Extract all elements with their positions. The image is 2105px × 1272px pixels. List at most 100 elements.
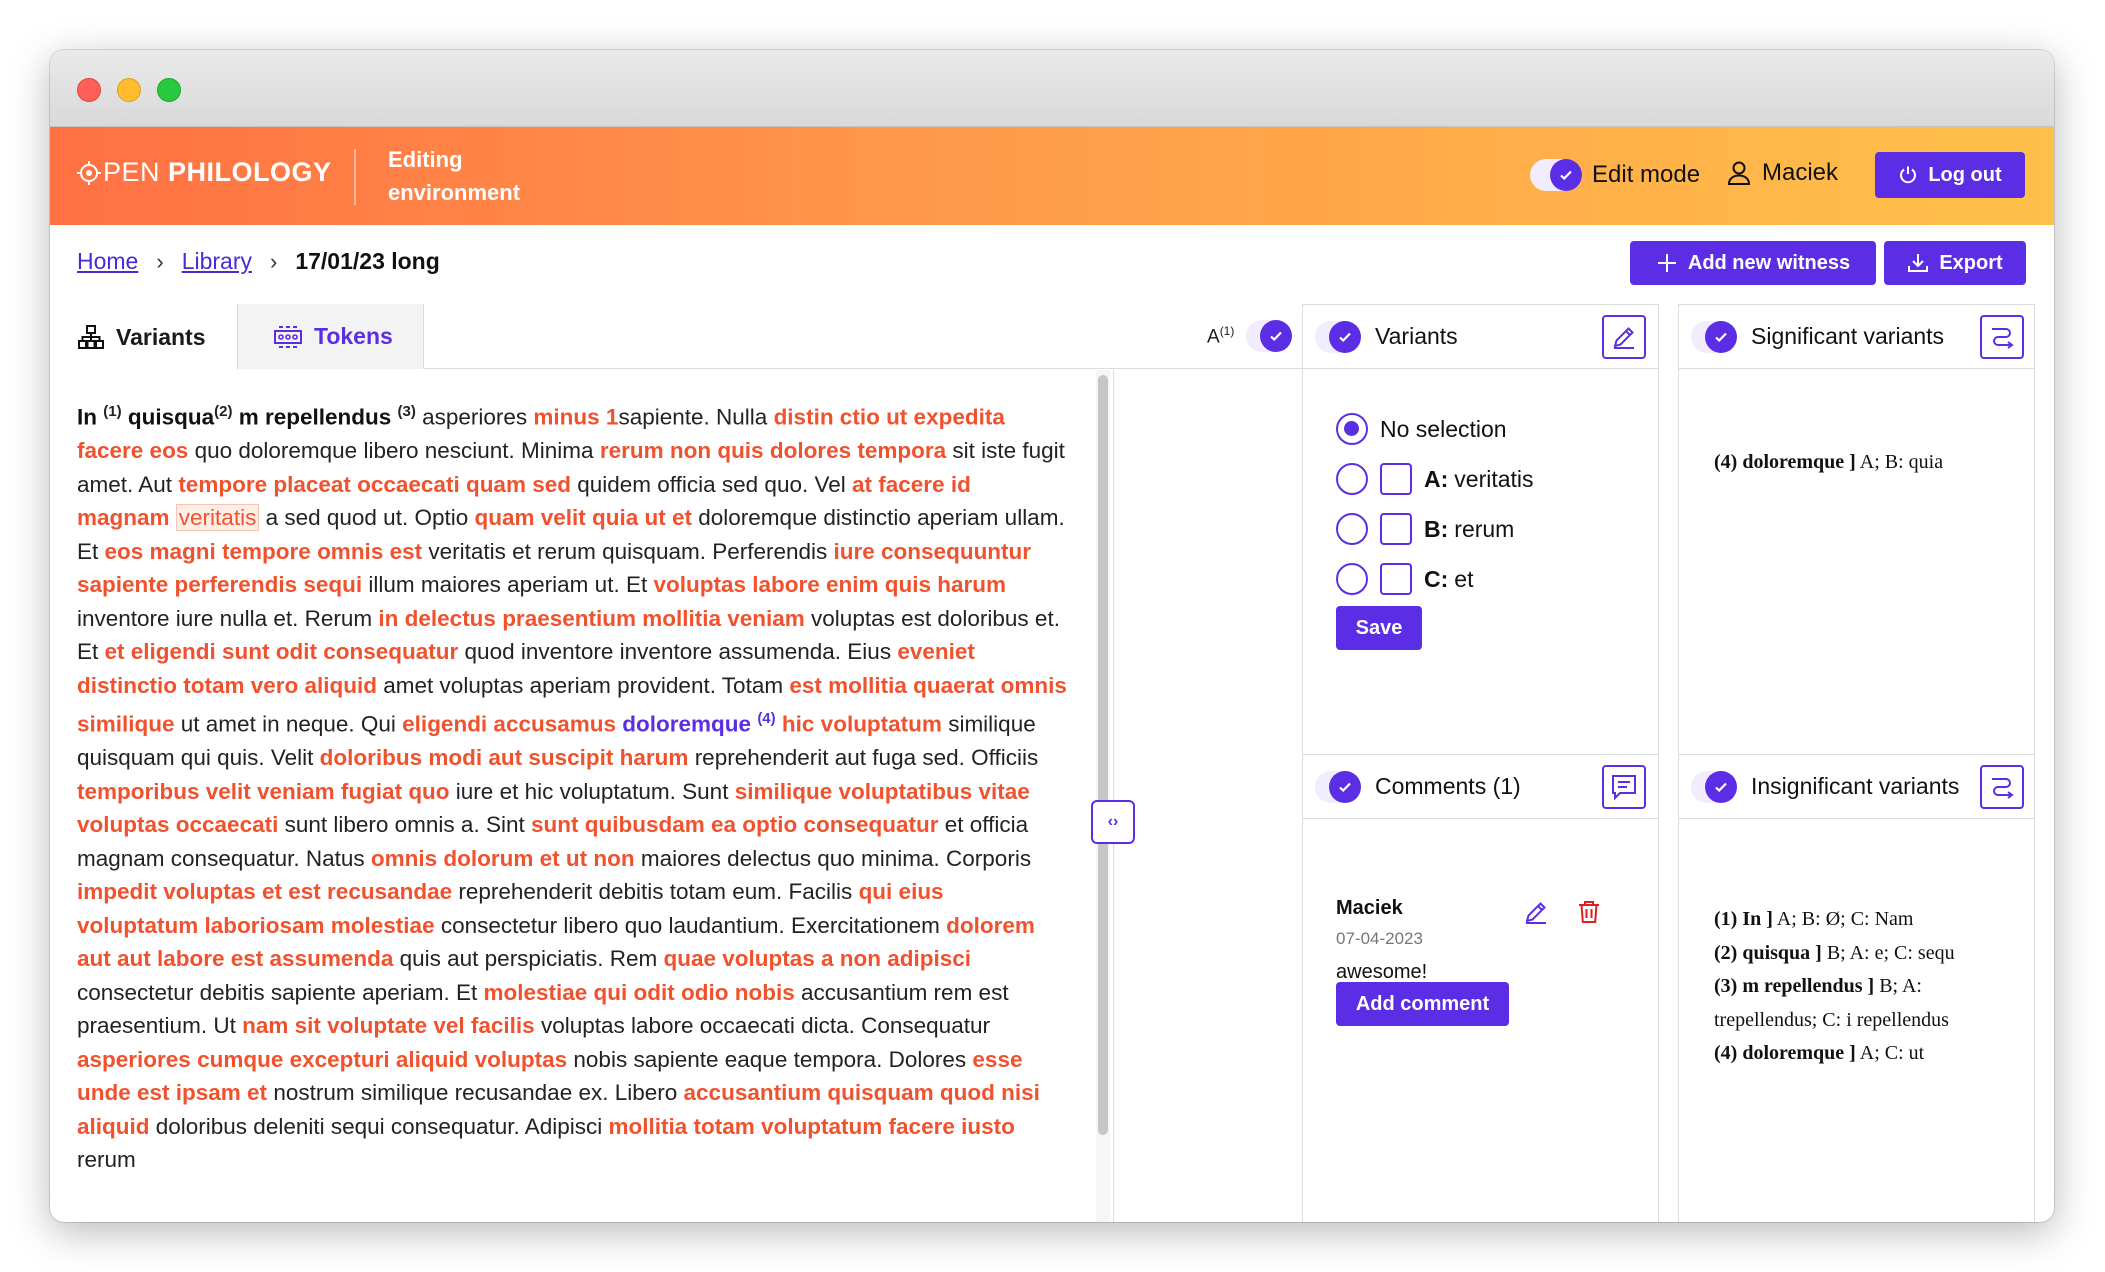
apparatus-entry[interactable]: (1) In ] A; B: Ø; C: Nam — [1714, 903, 2014, 937]
user-menu[interactable]: Maciek — [1726, 159, 1838, 187]
tab-variants-label: Variants — [116, 323, 206, 350]
apparatus-marker[interactable]: (4) — [757, 710, 775, 727]
variant-option-b[interactable]: B: rerum — [1336, 504, 1534, 554]
chevron-right-icon: › — [156, 248, 164, 274]
checkbox-a[interactable] — [1380, 463, 1412, 495]
variant-token[interactable]: sunt quibusdam ea optio consequatur — [531, 812, 939, 837]
environment-label: Editing environment — [388, 147, 521, 205]
variant-token[interactable]: omnis dolorum et ut non — [371, 846, 635, 871]
apparatus-entry[interactable]: (4) doloremque ] A; C: ut — [1714, 1037, 2014, 1071]
variant-token[interactable]: mollitia totam voluptatum facere iusto — [609, 1114, 1015, 1139]
entry-lemma: (1) In ] — [1714, 908, 1773, 930]
text-run: quidem officia sed quo. Vel — [570, 471, 853, 497]
apparatus-marker[interactable]: (3) — [398, 403, 416, 420]
text-run: a sed quod ut. Optio — [259, 505, 475, 530]
apparatus-icon — [1992, 778, 2014, 799]
highlighted-token[interactable]: veritatis — [175, 504, 260, 531]
add-witness-button[interactable]: Add new witness — [1630, 241, 1876, 285]
delete-comment-button[interactable] — [1576, 899, 1602, 930]
app-logo[interactable]: PEN PHILOLOGY — [77, 157, 332, 188]
apparatus-icon — [1992, 328, 2014, 349]
variants-panel-toggle[interactable] — [1315, 320, 1361, 353]
apparatus-entry[interactable]: (3) m repellendus ] B; A: trepellendus; … — [1714, 970, 2014, 1037]
variant-token[interactable]: asperiores cumque excepturi aliquid volu… — [77, 1047, 567, 1072]
insignificant-panel-toggle[interactable] — [1691, 770, 1737, 803]
text-run: reprehenderit aut fuga sed. Officiis — [688, 745, 1039, 770]
variant-token[interactable]: quae voluptas a non adipisci — [663, 946, 971, 971]
maximize-window-button[interactable] — [157, 78, 181, 102]
variant-token[interactable]: et eligendi sunt odit consequatur — [105, 639, 459, 664]
selected-token[interactable]: doloremque — [622, 712, 751, 737]
variant-option-none[interactable]: No selection — [1336, 404, 1534, 454]
variant-token[interactable]: minus 1 — [533, 405, 618, 430]
breadcrumb-library[interactable]: Library — [182, 248, 252, 275]
apparatus-entry[interactable]: (2) quisqua ] B; A: e; C: sequ — [1714, 937, 2014, 971]
comment-date: 07-04-2023 — [1336, 929, 1423, 948]
entry-lemma: (2) quisqua ] — [1714, 941, 1822, 964]
variant-token[interactable]: eos magni tempore omnis est — [105, 539, 423, 564]
variant-token[interactable]: molestiae qui odit odio nobis — [483, 980, 794, 1005]
radio-selected[interactable] — [1336, 413, 1368, 445]
tab-tokens[interactable]: Tokens — [238, 304, 424, 369]
radio-b[interactable] — [1336, 513, 1368, 545]
text-run: consectetur debitis sapiente aperiam. Et — [77, 979, 484, 1005]
variant-token[interactable]: voluptas labore enim quis harum — [653, 572, 1006, 597]
breadcrumb-home[interactable]: Home — [77, 248, 138, 275]
variant-token[interactable]: doloribus modi aut suscipit harum — [320, 745, 689, 770]
variants-panel-title: Variants — [1375, 323, 1458, 349]
tab-variants[interactable]: Variants — [50, 304, 238, 370]
insignificant-apparatus-button[interactable] — [1980, 765, 2024, 809]
minimize-window-button[interactable] — [117, 78, 141, 102]
radio-a[interactable] — [1336, 463, 1368, 495]
variant-token[interactable]: nam sit voluptate vel facilis — [242, 1013, 535, 1038]
edit-variants-button[interactable] — [1602, 315, 1646, 359]
save-button[interactable]: Save — [1336, 606, 1422, 650]
resize-handle-button[interactable]: ‹› — [1091, 800, 1135, 844]
variant-token[interactable]: quam velit quia ut et — [474, 505, 692, 530]
edit-mode-toggle[interactable]: Edit mode — [1530, 159, 1700, 191]
variant-token[interactable]: hic voluptatum — [782, 712, 942, 737]
logout-button[interactable]: Log out — [1875, 152, 2025, 198]
edition-text[interactable]: In (1) quisqua(2) m repellendus (3) aspe… — [77, 395, 1067, 1177]
variant-token[interactable]: temporibus velit veniam fugiat quo — [77, 779, 450, 804]
text-run: quo doloremque libero nesciunt. Minima — [188, 438, 600, 463]
comments-button[interactable] — [1602, 765, 1646, 809]
variant-token[interactable]: impedit voluptas et est recusandae — [77, 879, 452, 904]
variant-token[interactable]: in delectus praesentium mollitia veniam — [378, 606, 804, 631]
text-scrollbar-thumb[interactable] — [1098, 375, 1108, 1135]
view-tabs: Variants Tokens A(1) — [50, 304, 1302, 370]
apparatus-marker[interactable]: (2) — [214, 403, 232, 420]
significant-panel-toggle[interactable] — [1691, 320, 1737, 353]
text-run: consectetur libero quo laudantium. Exerc… — [434, 912, 947, 938]
lemma-token[interactable]: quisqua — [122, 405, 214, 430]
radio-c[interactable] — [1336, 563, 1368, 595]
variant-option-c[interactable]: C: et — [1336, 554, 1534, 604]
variant-option-a[interactable]: A: veritatis — [1336, 454, 1534, 504]
download-icon — [1908, 254, 1929, 272]
logout-label: Log out — [1928, 163, 2002, 186]
text-run: sapiente. Nulla — [618, 404, 774, 430]
witness-a-toggle[interactable]: A(1) — [1207, 320, 1293, 352]
lemma-token[interactable]: In — [77, 405, 103, 430]
variant-token[interactable]: rerum non quis dolores tempora — [600, 438, 946, 463]
comments-panel-toggle[interactable] — [1315, 770, 1361, 803]
variant-token[interactable]: tempore placeat occaecati quam sed — [178, 472, 571, 497]
checkbox-c[interactable] — [1380, 563, 1412, 595]
witness-switch[interactable] — [1246, 320, 1293, 352]
apparatus-marker[interactable]: (1) — [103, 403, 121, 420]
significant-apparatus-button[interactable] — [1980, 315, 2024, 359]
comment-body: awesome! — [1336, 961, 1428, 983]
export-button[interactable]: Export — [1884, 241, 2026, 285]
checkbox-b[interactable] — [1380, 513, 1412, 545]
apparatus-entry[interactable]: (4) doloremque ] A; B: quia — [1714, 451, 1943, 474]
text-run: amet voluptas aperiam provident. Totam — [377, 672, 790, 698]
add-comment-button[interactable]: Add comment — [1336, 982, 1509, 1026]
edit-comment-button[interactable] — [1523, 899, 1549, 930]
user-icon — [1727, 161, 1751, 185]
close-window-button[interactable] — [77, 78, 101, 102]
chevron-right-icon: › — [270, 248, 278, 274]
edit-mode-label: Edit mode — [1592, 161, 1701, 188]
edit-mode-switch[interactable] — [1530, 159, 1582, 191]
variant-token[interactable]: eligendi accusamus — [402, 712, 616, 737]
lemma-token[interactable]: m repellendus — [232, 405, 397, 430]
